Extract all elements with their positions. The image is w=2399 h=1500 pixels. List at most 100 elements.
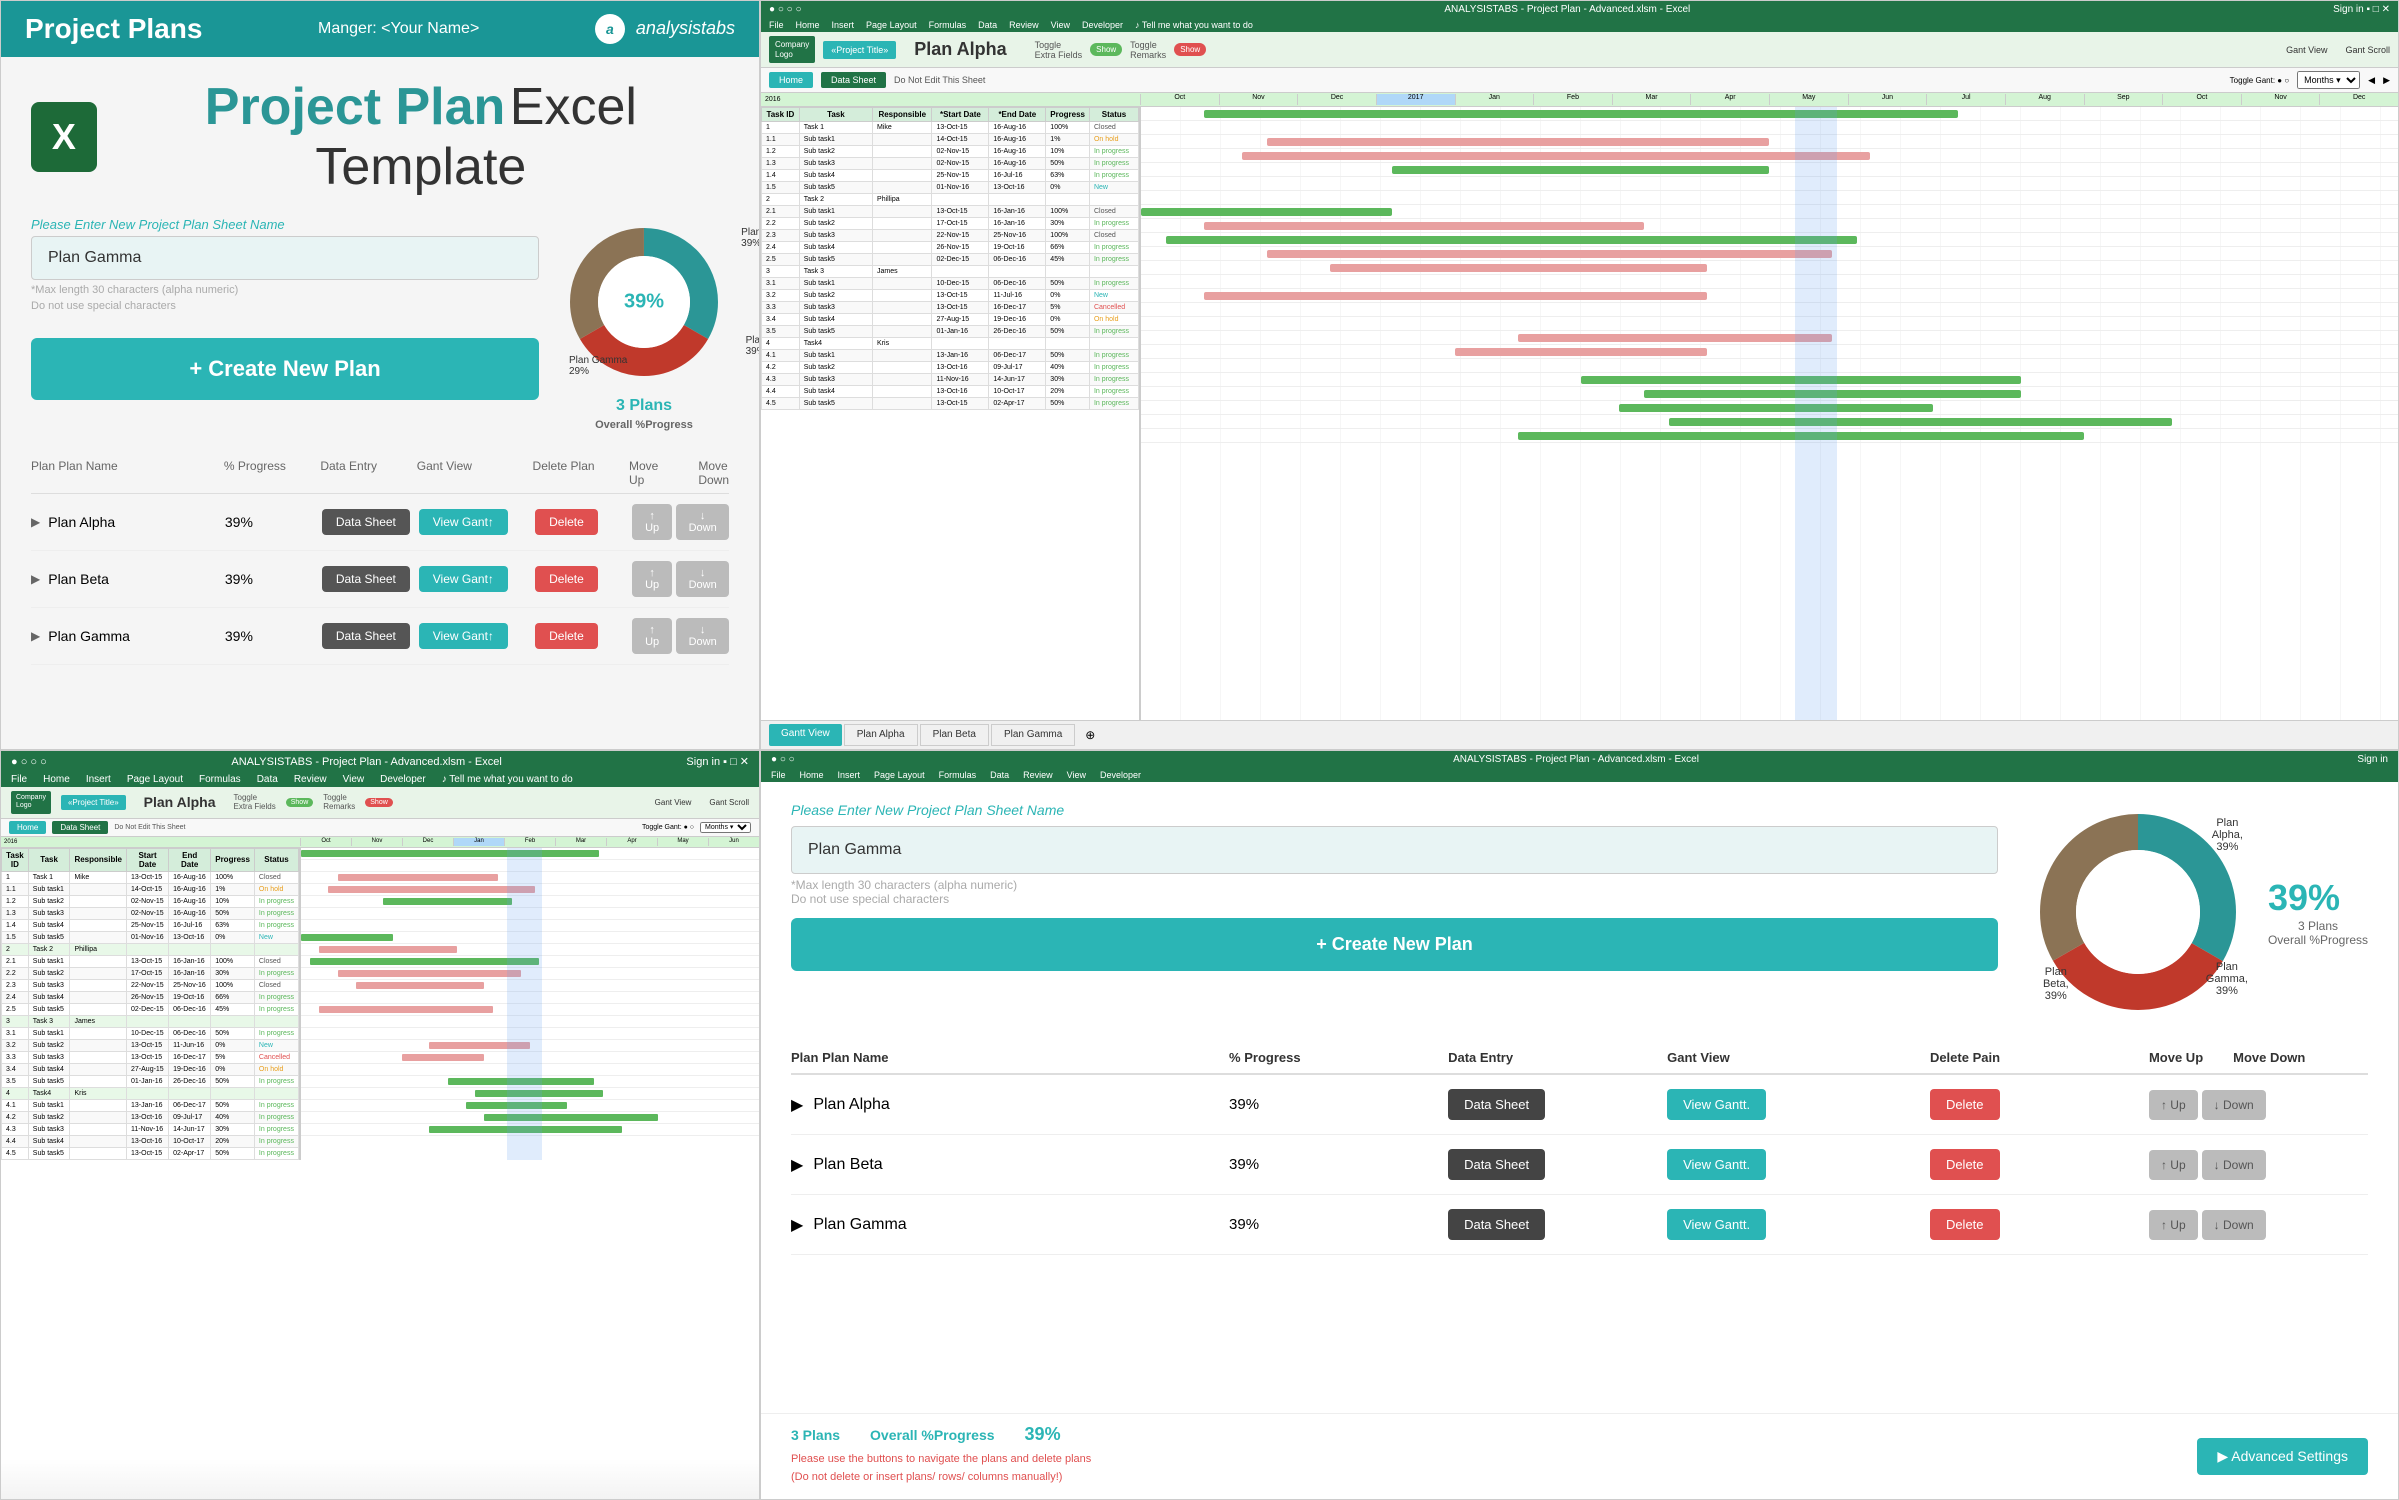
br-delete-gamma[interactable]: Delete: [1930, 1209, 2000, 1240]
br-menu-review[interactable]: Review: [1023, 770, 1053, 780]
view-gant-btn-beta[interactable]: View Gant↑: [419, 566, 508, 592]
menu-home[interactable]: Home: [796, 20, 820, 30]
br-advanced-settings-btn[interactable]: ▶ Advanced Settings: [2197, 1438, 2368, 1475]
up-btn-beta[interactable]: ↑ Up: [632, 561, 672, 597]
menu-data[interactable]: Data: [978, 20, 997, 30]
br-menu-file[interactable]: File: [771, 770, 786, 780]
br-down-alpha[interactable]: ↓ Down: [2202, 1090, 2266, 1120]
toggle-show-red[interactable]: Show: [1174, 43, 1206, 56]
up-btn-gamma[interactable]: ↑ Up: [632, 618, 672, 654]
delete-btn-gamma[interactable]: Delete: [535, 623, 598, 649]
add-sheet-btn[interactable]: ⊕: [1077, 724, 1103, 746]
gantt-row: [1141, 303, 2398, 317]
br-view-gant-gamma[interactable]: View Gantt.: [1667, 1209, 1766, 1240]
bl-menu-formulas[interactable]: Formulas: [199, 774, 241, 785]
br-view-gant-beta[interactable]: View Gantt.: [1667, 1149, 1766, 1180]
toggle-gant: Toggle Gant: ● ○: [2230, 76, 2289, 85]
bl-toggle-show1[interactable]: Show: [286, 798, 314, 807]
delete-btn-alpha[interactable]: Delete: [535, 509, 598, 535]
data-sheet-btn-alpha[interactable]: Data Sheet: [322, 509, 410, 535]
tab-plan-gamma[interactable]: Plan Gamma: [991, 724, 1075, 746]
br-down-gamma[interactable]: ↓ Down: [2202, 1210, 2266, 1240]
br-create-plan-button[interactable]: + Create New Plan: [791, 918, 1998, 971]
br-menu-developer[interactable]: Developer: [1100, 770, 1141, 780]
bl-menu-insert[interactable]: Insert: [86, 774, 111, 785]
bl-menu-data[interactable]: Data: [257, 774, 278, 785]
br-titlebar: ● ○ ○ ANALYSISTABS - Project Plan - Adva…: [761, 751, 2398, 768]
br-data-sheet-gamma[interactable]: Data Sheet: [1448, 1209, 1545, 1240]
bl-menu-developer[interactable]: Developer: [380, 774, 426, 785]
months-select[interactable]: Months ▾: [2297, 71, 2360, 89]
tab-gantt-view[interactable]: Gantt View: [769, 724, 842, 746]
br-menu-data[interactable]: Data: [990, 770, 1009, 780]
br-menu-home[interactable]: Home: [800, 770, 824, 780]
tr-ribbon: CompanyLogo «Project Title» Plan Alpha T…: [761, 32, 2398, 68]
br-plans-table: Plan Plan Name % Progress Data Entry Gan…: [791, 1042, 2368, 1255]
down-btn-alpha[interactable]: ↓ Down: [676, 504, 729, 540]
delete-btn-beta[interactable]: Delete: [535, 566, 598, 592]
menu-view[interactable]: View: [1051, 20, 1070, 30]
tab-plan-beta[interactable]: Plan Beta: [920, 724, 989, 746]
nav-left[interactable]: ◀: [2368, 75, 2375, 86]
br-view-gant-alpha[interactable]: View Gantt.: [1667, 1089, 1766, 1120]
menu-review[interactable]: Review: [1009, 20, 1039, 30]
tab-plan-alpha[interactable]: Plan Alpha: [844, 724, 918, 746]
br-percentage: 39%: [2268, 877, 2368, 919]
down-btn-gamma[interactable]: ↓ Down: [676, 618, 729, 654]
br-delete-beta[interactable]: Delete: [1930, 1149, 2000, 1180]
br-up-gamma[interactable]: ↑ Up: [2149, 1210, 2198, 1240]
br-data-sheet-beta[interactable]: Data Sheet: [1448, 1149, 1545, 1180]
bl-menu-file[interactable]: File: [11, 774, 27, 785]
bl-toggle-show2[interactable]: Show: [365, 798, 393, 807]
br-menu-view[interactable]: View: [1067, 770, 1086, 780]
menu-tell[interactable]: ♪ Tell me what you want to do: [1135, 20, 1253, 30]
excel-icon: X: [31, 102, 97, 172]
bl-menu-home[interactable]: Home: [43, 774, 70, 785]
br-up-alpha[interactable]: ↑ Up: [2149, 1090, 2198, 1120]
menu-developer[interactable]: Developer: [1082, 20, 1123, 30]
bl-menu-pagelayout[interactable]: Page Layout: [127, 774, 183, 785]
view-gant-btn-alpha[interactable]: View Gant↑: [419, 509, 508, 535]
down-btn-beta[interactable]: ↓ Down: [676, 561, 729, 597]
br-menu-insert[interactable]: Insert: [838, 770, 861, 780]
plan-name-input[interactable]: [31, 236, 539, 280]
nav-right[interactable]: ▶: [2383, 75, 2390, 86]
br-menu-formulas[interactable]: Formulas: [939, 770, 977, 780]
bl-data-sheet-btn[interactable]: Data Sheet: [52, 821, 108, 834]
bl-months-select[interactable]: Months ▾: [700, 822, 751, 833]
br-plan-name-input[interactable]: [791, 826, 1998, 874]
gantt-row: [1141, 401, 2398, 415]
data-sheet-btn-beta[interactable]: Data Sheet: [322, 566, 410, 592]
gantt-row: [1141, 135, 2398, 149]
up-btn-alpha[interactable]: ↑ Up: [632, 504, 672, 540]
br-delete-alpha[interactable]: Delete: [1930, 1089, 2000, 1120]
br-donut-gamma: PlanGamma,39%: [2206, 961, 2248, 997]
create-plan-button[interactable]: + Create New Plan: [31, 338, 539, 400]
bl-menu-review[interactable]: Review: [294, 774, 327, 785]
bl-menu-view[interactable]: View: [343, 774, 365, 785]
menu-pagelayout[interactable]: Page Layout: [866, 20, 917, 30]
tl-manager: Manger: <Your Name>: [318, 20, 479, 38]
bl-plan-title: Plan Alpha: [144, 794, 216, 810]
menu-formulas[interactable]: Formulas: [929, 20, 967, 30]
data-sheet-tab-btn[interactable]: Data Sheet: [821, 72, 886, 88]
plan-name-beta: Plan Beta: [48, 571, 109, 587]
menu-file[interactable]: File: [769, 20, 784, 30]
gantt-row: [1141, 163, 2398, 177]
home-tab-btn[interactable]: Home: [769, 72, 813, 88]
br-down-beta[interactable]: ↓ Down: [2202, 1150, 2266, 1180]
br-data-sheet-alpha[interactable]: Data Sheet: [1448, 1089, 1545, 1120]
br-menu-pagelayout[interactable]: Page Layout: [874, 770, 925, 780]
toggle-show-green[interactable]: Show: [1090, 43, 1122, 56]
bl-ribbon: CompanyLogo «Project Title» Plan Alpha T…: [1, 787, 759, 819]
view-gant-btn-gamma[interactable]: View Gant↑: [419, 623, 508, 649]
br-footer-note: Please use the buttons to navigate the p…: [791, 1453, 1091, 1465]
br-gamma-progress: 39%: [1229, 1216, 1448, 1233]
br-alpha-progress: 39%: [1229, 1096, 1448, 1113]
data-sheet-btn-gamma[interactable]: Data Sheet: [322, 623, 410, 649]
bl-home-btn[interactable]: Home: [9, 821, 46, 834]
menu-insert[interactable]: Insert: [832, 20, 855, 30]
br-up-beta[interactable]: ↑ Up: [2149, 1150, 2198, 1180]
bl-menu-tell[interactable]: ♪ Tell me what you want to do: [442, 774, 573, 785]
br-top-section: Please Enter New Project Plan Sheet Name…: [791, 802, 2368, 1022]
